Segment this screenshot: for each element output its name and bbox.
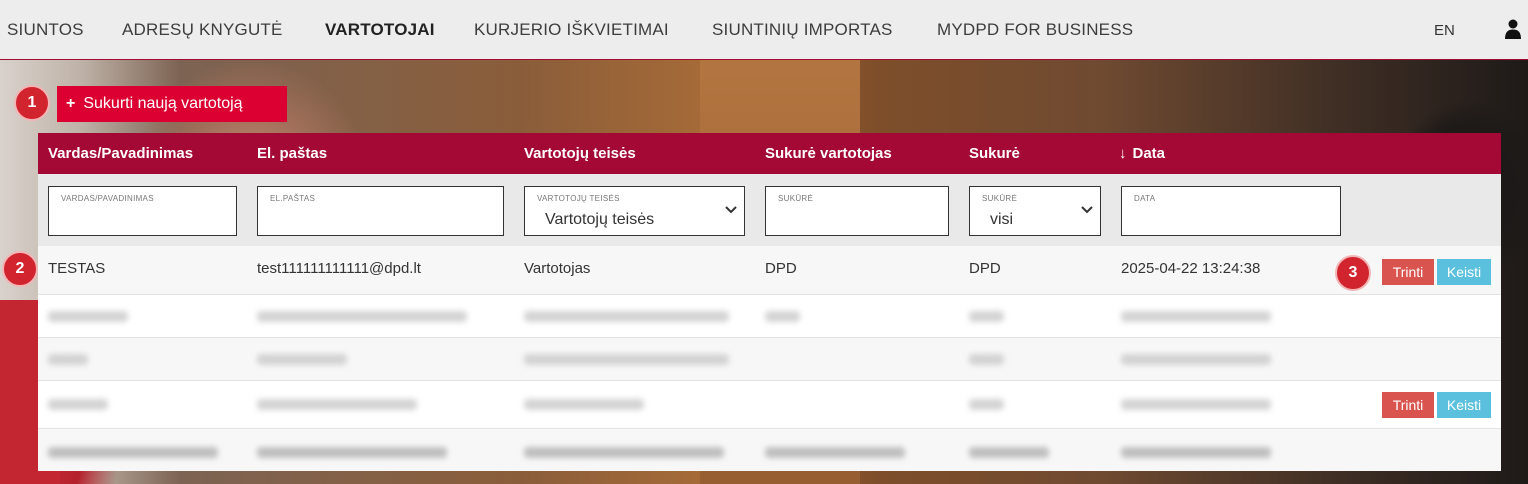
created-by-filter-select[interactable]: SUKŪRĖ visi <box>969 186 1101 236</box>
nav-item-siuntiniu-importas[interactable]: SIUNTINIŲ IMPORTAS <box>712 20 893 40</box>
redacted-text <box>48 311 128 322</box>
nav-item-mydpd-for-business[interactable]: MYDPD FOR BUSINESS <box>937 20 1133 40</box>
users-table: Vardas/Pavadinimas El. paštas Vartotojų … <box>38 133 1501 471</box>
name-filter-input[interactable]: VARDAS/PAVADINIMAS <box>48 186 237 236</box>
redacted-text <box>1121 354 1271 365</box>
redacted-text <box>524 447 724 458</box>
redacted-text <box>524 311 729 322</box>
nav-item-vartotojai[interactable]: VARTOTOJAI <box>325 20 435 40</box>
rights-filter-label: VARTOTOJŲ TEISĖS <box>537 194 620 203</box>
cell-name: TESTAS <box>48 260 106 277</box>
top-navigation: SIUNTOS ADRESŲ KNYGUTĖ VARTOTOJAI KURJER… <box>0 0 1528 60</box>
date-header-label: Data <box>1132 145 1166 162</box>
redacted-text <box>524 399 644 410</box>
table-row-redacted[interactable] <box>38 338 1501 381</box>
date-filter-label: DATA <box>1134 194 1156 203</box>
redacted-text <box>969 399 1004 410</box>
plus-icon: + <box>66 95 76 112</box>
edit-button[interactable]: Keisti <box>1437 259 1491 285</box>
email-filter-input[interactable]: EL.PAŠTAS <box>257 186 504 236</box>
table-row[interactable]: TESTAS test111111111111@dpd.lt Vartotoja… <box>38 246 1501 295</box>
user-icon[interactable] <box>1504 19 1522 39</box>
nav-item-adresu-knygute[interactable]: ADRESŲ KNYGUTĖ <box>122 20 283 40</box>
column-header-rights[interactable]: Vartotojų teisės <box>524 145 636 162</box>
create-user-button[interactable]: + Sukurti naują vartotoją <box>57 86 287 122</box>
created-by-filter-value: visi <box>990 211 1014 228</box>
redacted-text <box>48 354 88 365</box>
rights-filter-select[interactable]: VARTOTOJŲ TEISĖS Vartotojų teisės <box>524 186 745 236</box>
column-header-email[interactable]: El. paštas <box>257 145 327 162</box>
nav-item-kurjerio-iskvietimai[interactable]: KURJERIO IŠKVIETIMAI <box>474 20 669 40</box>
redacted-text <box>257 354 347 365</box>
table-row-redacted[interactable]: Trinti Keisti <box>38 381 1501 429</box>
redacted-text <box>969 311 1004 322</box>
table-row-redacted[interactable] <box>38 295 1501 338</box>
step-badge-3: 3 <box>1335 255 1371 291</box>
redacted-text <box>1121 447 1271 458</box>
redacted-text <box>1121 399 1271 410</box>
email-filter-label: EL.PAŠTAS <box>270 194 316 203</box>
date-filter-input[interactable]: DATA <box>1121 186 1341 236</box>
chevron-down-icon <box>725 206 737 214</box>
redacted-text <box>48 399 108 410</box>
step-badge-2: 2 <box>2 251 38 287</box>
rights-filter-value: Vartotojų teisės <box>545 211 655 228</box>
edit-button[interactable]: Keisti <box>1437 392 1491 418</box>
created-by-filter-label: SUKŪRĖ <box>982 194 1018 203</box>
delete-button[interactable]: Trinti <box>1382 392 1434 418</box>
filter-row: VARDAS/PAVADINIMAS EL.PAŠTAS VARTOTOJŲ T… <box>38 174 1501 246</box>
cell-created-by: DPD <box>969 260 1001 277</box>
redacted-text <box>969 447 1049 458</box>
cell-date: 2025-04-22 13:24:38 <box>1121 260 1261 277</box>
create-user-label: Sukurti naują vartotoją <box>83 95 243 112</box>
table-row-redacted[interactable] <box>38 429 1501 471</box>
column-header-name[interactable]: Vardas/Pavadinimas <box>48 145 193 162</box>
redacted-text <box>48 447 218 458</box>
name-filter-label: VARDAS/PAVADINIMAS <box>61 194 154 203</box>
step-badge-1: 1 <box>14 85 50 121</box>
cell-rights: Vartotojas <box>524 260 591 277</box>
column-header-creator-user[interactable]: Sukurė vartotojas <box>765 145 892 162</box>
cell-creator-user: DPD <box>765 260 797 277</box>
creator-user-filter-input[interactable]: SUKŪRĖ <box>765 186 949 236</box>
sort-down-icon: ↓ <box>1119 145 1127 162</box>
redacted-text <box>1121 311 1271 322</box>
nav-item-siuntos[interactable]: SIUNTOS <box>7 20 84 40</box>
redacted-text <box>765 311 800 322</box>
chevron-down-icon <box>1081 206 1093 214</box>
column-header-created-by[interactable]: Sukurė <box>969 145 1020 162</box>
redacted-text <box>765 447 905 458</box>
redacted-text <box>524 354 729 365</box>
language-switch[interactable]: EN <box>1434 22 1455 39</box>
column-header-date[interactable]: ↓ Data <box>1119 145 1165 162</box>
delete-button[interactable]: Trinti <box>1382 259 1434 285</box>
cell-email: test111111111111@dpd.lt <box>257 260 421 277</box>
table-header: Vardas/Pavadinimas El. paštas Vartotojų … <box>38 133 1501 174</box>
redacted-text <box>257 311 467 322</box>
redacted-text <box>969 354 1004 365</box>
redacted-text <box>257 447 447 458</box>
redacted-text <box>257 399 417 410</box>
creator-user-filter-label: SUKŪRĖ <box>778 194 814 203</box>
